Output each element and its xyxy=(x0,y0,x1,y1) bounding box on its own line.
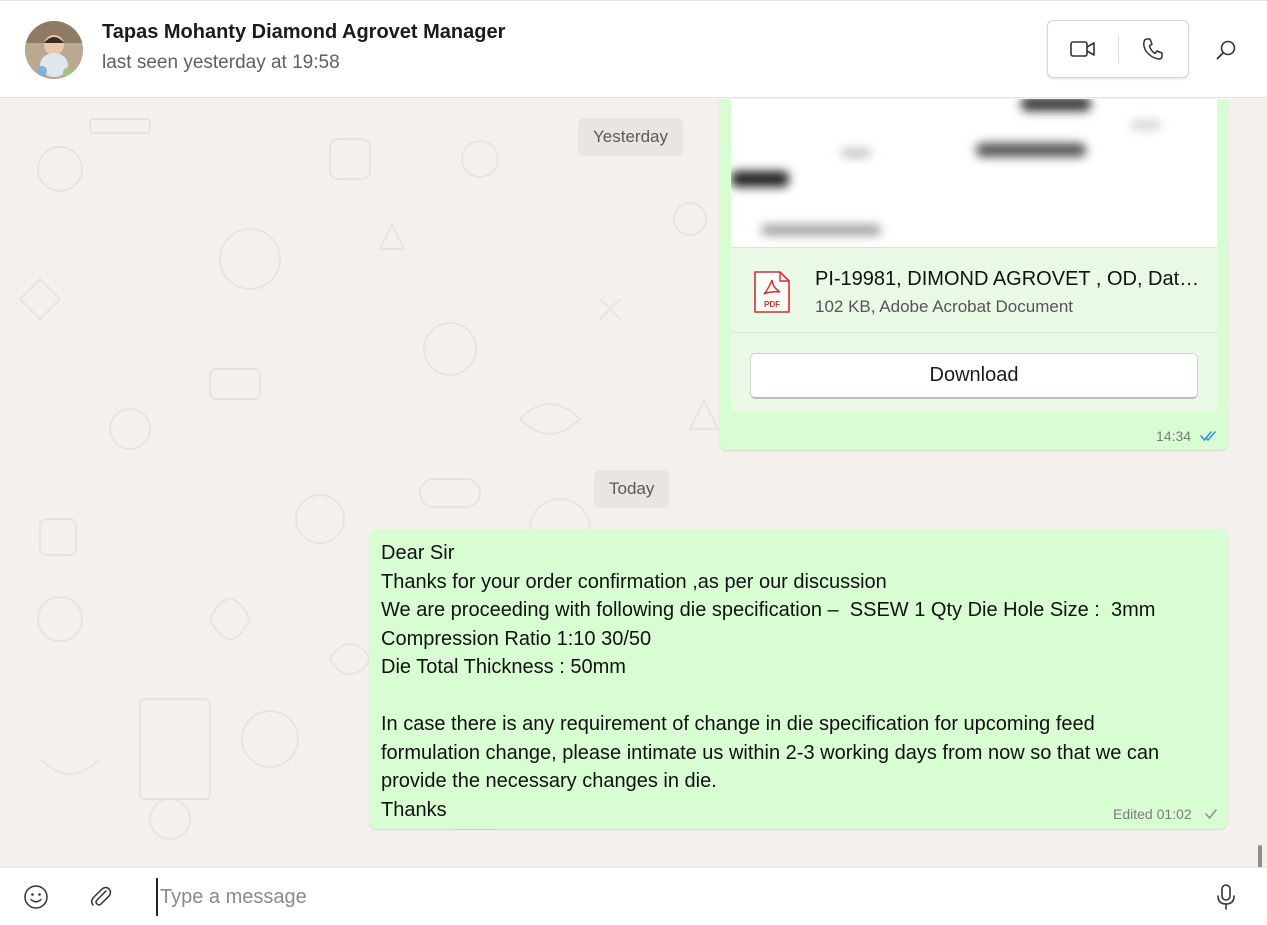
message-time: 14:34 xyxy=(1156,428,1192,444)
voice-call-button[interactable] xyxy=(1119,21,1189,77)
attach-icon xyxy=(90,886,112,906)
preview-blur xyxy=(761,225,881,235)
text-message-bubble[interactable]: Dear Sir Thanks for your order confirmat… xyxy=(369,529,1228,829)
read-receipt-icon xyxy=(1200,431,1216,442)
chat-header: Tapas Mohanty Diamond Agrovet Manager la… xyxy=(0,0,1267,98)
emoji-button[interactable] xyxy=(19,880,53,914)
message-input[interactable] xyxy=(156,878,1176,916)
chat-area[interactable]: Yesterday PDF PI-19981, DIMOND AGROVET ,… xyxy=(0,99,1267,867)
message-composer xyxy=(0,867,1267,925)
contact-avatar[interactable] xyxy=(25,21,83,79)
document-card: PDF PI-19981, DIMOND AGROVET , OD, Dat… … xyxy=(731,99,1217,411)
voice-call-icon xyxy=(1143,38,1163,60)
chat-scrollbar[interactable] xyxy=(1258,845,1262,867)
preview-blur xyxy=(841,149,871,157)
document-file-meta: 102 KB, Adobe Acrobat Document xyxy=(815,297,1074,316)
document-file-name: PI-19981, DIMOND AGROVET , OD, Dat… xyxy=(815,268,1200,290)
microphone-icon xyxy=(1217,884,1235,910)
voice-message-button[interactable] xyxy=(1209,880,1243,914)
document-preview[interactable] xyxy=(731,99,1217,247)
attach-button[interactable] xyxy=(84,880,118,914)
preview-blur xyxy=(1021,99,1091,111)
message-time: Edited 01:02 xyxy=(1113,806,1192,822)
document-info[interactable]: PDF PI-19981, DIMOND AGROVET , OD, Dat… … xyxy=(731,247,1217,333)
document-message-bubble[interactable]: PDF PI-19981, DIMOND AGROVET , OD, Dat… … xyxy=(719,99,1228,450)
preview-blur xyxy=(731,171,789,187)
contact-name[interactable]: Tapas Mohanty Diamond Agrovet Manager xyxy=(102,21,505,44)
contact-status: last seen yesterday at 19:58 xyxy=(102,52,340,73)
download-button[interactable]: Download xyxy=(750,353,1198,399)
video-call-button[interactable] xyxy=(1048,21,1118,77)
pdf-file-icon: PDF xyxy=(754,271,790,313)
message-text: Dear Sir Thanks for your order confirmat… xyxy=(381,542,1160,821)
preview-blur xyxy=(976,143,1086,157)
search-button[interactable] xyxy=(1207,31,1245,69)
call-button-group xyxy=(1047,20,1189,78)
preview-blur xyxy=(1131,121,1161,129)
emoji-icon xyxy=(24,885,48,909)
date-separator-today: Today xyxy=(594,470,670,508)
date-separator-yesterday: Yesterday xyxy=(578,118,683,156)
video-call-icon xyxy=(1069,41,1095,57)
search-icon xyxy=(1216,40,1236,60)
avatar-image xyxy=(25,21,83,79)
sent-tick-icon xyxy=(1205,809,1217,820)
pdf-icon-label: PDF xyxy=(764,300,780,309)
